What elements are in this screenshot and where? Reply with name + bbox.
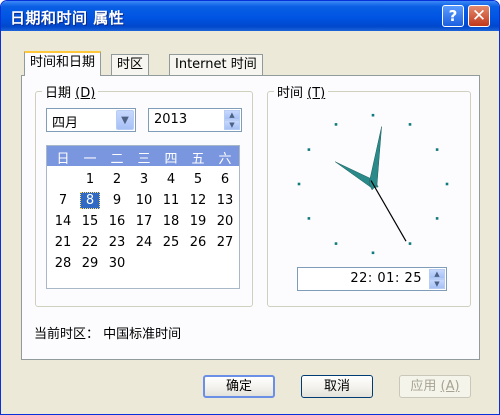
clock-hour-mark: [408, 242, 412, 245]
calendar-day[interactable]: 20: [215, 213, 235, 230]
calendar-weekday: 日: [56, 152, 70, 167]
calendar-day[interactable]: 24: [134, 234, 154, 251]
calendar-weekday: 二: [110, 152, 124, 167]
clock-hour-mark: [371, 113, 375, 117]
clock-minute-hand: [368, 126, 382, 191]
calendar-day[interactable]: 3: [134, 171, 154, 188]
chevron-down-icon[interactable]: ▼: [116, 110, 134, 130]
calendar-day[interactable]: 28: [53, 255, 73, 272]
clock-hour-mark: [435, 148, 439, 151]
clock-hour-mark: [334, 123, 338, 126]
spin-up-icon[interactable]: ▲: [429, 269, 445, 279]
clock-hour-mark: [445, 182, 449, 186]
calendar-day[interactable]: 21: [53, 234, 73, 251]
help-button[interactable]: ?: [442, 5, 464, 27]
calendar-day[interactable]: 9: [107, 192, 127, 209]
calendar-day[interactable]: 5: [188, 171, 208, 188]
calendar-day[interactable]: 2: [107, 171, 127, 188]
calendar-day[interactable]: 27: [215, 234, 235, 251]
spin-down-icon[interactable]: ▼: [224, 120, 240, 130]
calendar-day[interactable]: 1: [80, 171, 100, 188]
calendar-day[interactable]: 7: [53, 192, 73, 209]
tab-timezone[interactable]: 时区: [111, 54, 150, 75]
spin-down-icon[interactable]: ▼: [429, 279, 445, 289]
window-title: 日期和时间 属性: [10, 9, 125, 27]
cancel-button[interactable]: 取消: [301, 375, 373, 398]
calendar-day[interactable]: 13: [215, 192, 235, 209]
calendar-day[interactable]: 8: [80, 192, 100, 209]
month-calendar: 日一二三四五六 1 2 3 4 5 6 7 8 9 10 11 12 13 14 15 16 17 18 19 20 2…: [46, 145, 240, 289]
calendar-day[interactable]: 10: [134, 192, 154, 209]
calendar-day[interactable]: 26: [188, 234, 208, 251]
calendar-weekday: 四: [164, 152, 178, 167]
calendar-day[interactable]: 17: [134, 213, 154, 230]
month-select-value: 四月: [52, 116, 79, 131]
calendar-day[interactable]: 23: [107, 234, 127, 251]
calendar-day[interactable]: 30: [107, 255, 127, 272]
clock-hour-mark: [297, 182, 301, 186]
date-legend-text: 日期: [45, 86, 72, 101]
date-group-legend: 日期 (D): [42, 82, 98, 101]
calendar-day[interactable]: 4: [161, 171, 181, 188]
clock-hour-mark: [435, 217, 439, 220]
calendar-day[interactable]: 18: [161, 213, 181, 230]
clock-hour-mark: [371, 251, 375, 255]
dialog-window: 日期和时间 属性 ? ✕ 时间和日期 时区 Internet 时间 日期 (D)…: [0, 0, 500, 415]
clock-hour-mark: [408, 123, 412, 126]
clock-second-hand: [370, 180, 407, 242]
calendar-day[interactable]: 15: [80, 213, 100, 230]
calendar-day[interactable]: 12: [188, 192, 208, 209]
apply-button[interactable]: 应用 (A): [399, 375, 471, 398]
year-spinner-value: 2013: [154, 112, 188, 127]
calendar-day[interactable]: 29: [80, 255, 100, 272]
spin-up-icon[interactable]: ▲: [224, 110, 240, 120]
year-spinner[interactable]: 2013 ▲ ▼: [148, 108, 242, 132]
tab-time-and-date[interactable]: 时间和日期: [24, 51, 102, 76]
calendar-weekday: 三: [137, 152, 151, 167]
title-bar[interactable]: 日期和时间 属性 ? ✕: [1, 1, 499, 31]
calendar-day[interactable]: 19: [188, 213, 208, 230]
calendar-weekday: 五: [191, 152, 205, 167]
time-spinner-buttons: ▲ ▼: [429, 269, 445, 289]
time-spinner[interactable]: 22: 01: 25 ▲ ▼: [297, 267, 447, 291]
calendar-day[interactable]: 11: [161, 192, 181, 209]
time-spinner-value: 22: 01: 25: [350, 271, 422, 286]
date-legend-hotkey: (D): [75, 86, 96, 101]
clock-hour-mark: [307, 148, 311, 151]
calendar-day[interactable]: 25: [161, 234, 181, 251]
close-button[interactable]: ✕: [468, 5, 490, 27]
calendar-day[interactable]: 22: [80, 234, 100, 251]
calendar-weekday: 六: [218, 152, 232, 167]
current-timezone-label: 当前时区： 中国标准时间: [34, 327, 182, 342]
calendar-day[interactable]: 16: [107, 213, 127, 230]
analog-clock: [297, 113, 449, 255]
calendar-weekday-header: 日一二三四五六: [47, 146, 239, 167]
ok-button[interactable]: 确定: [203, 375, 275, 398]
calendar-weekday: 一: [83, 152, 97, 167]
tab-internet-time[interactable]: Internet 时间: [169, 54, 263, 75]
month-select[interactable]: 四月 ▼: [46, 108, 136, 132]
apply-button-hotkey: (A): [440, 379, 460, 394]
clock-hour-mark: [334, 242, 338, 245]
apply-button-label: 应用: [410, 379, 437, 394]
calendar-day[interactable]: 6: [215, 171, 235, 188]
calendar-day[interactable]: 14: [53, 213, 73, 230]
year-spinner-buttons: ▲ ▼: [224, 110, 240, 130]
clock-hour-mark: [307, 217, 311, 220]
